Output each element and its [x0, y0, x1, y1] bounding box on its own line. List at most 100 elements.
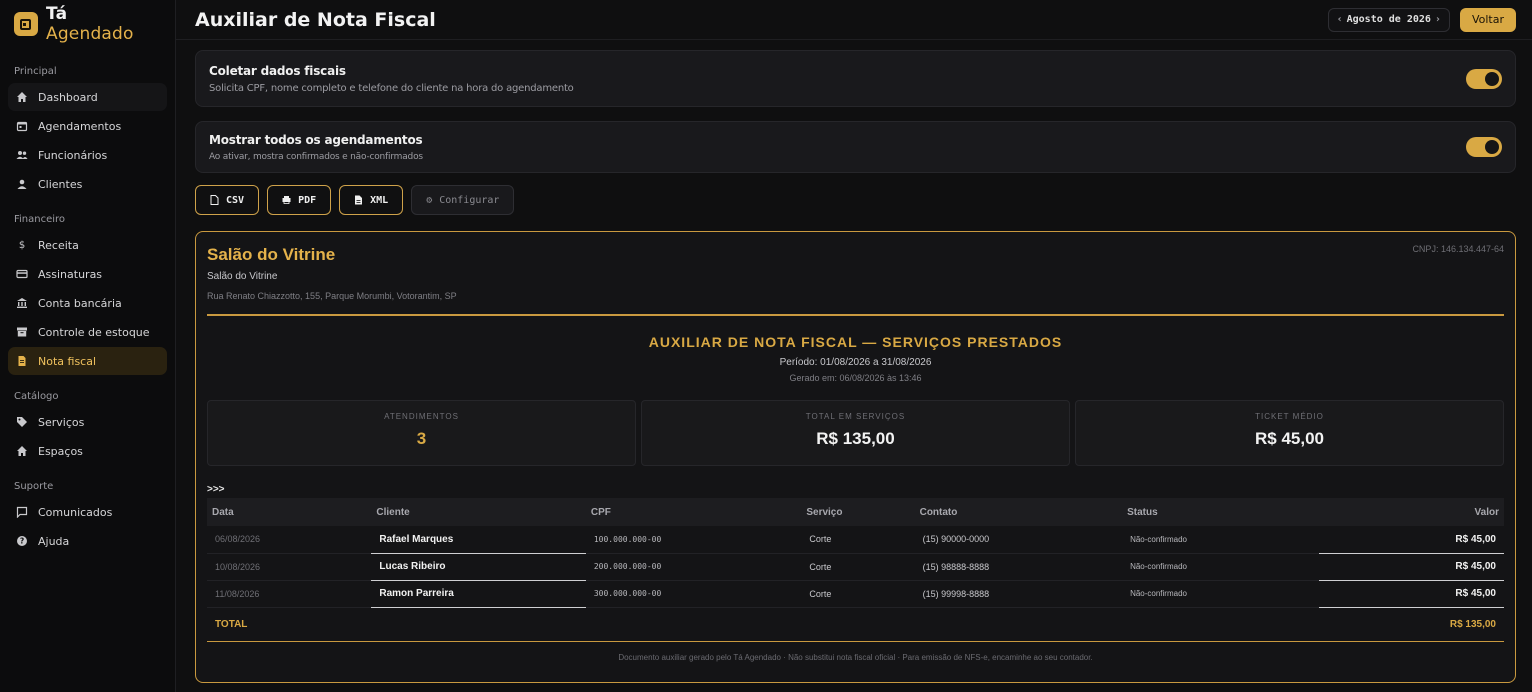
column-header: Data: [212, 506, 234, 518]
stat-ticket-medio: TICKET MÉDIO R$ 45,00: [1075, 400, 1504, 466]
nav-section-principal: Principal: [14, 66, 57, 77]
nav-section-financeiro: Financeiro: [14, 214, 66, 225]
cell-client: Ramon Parreira: [371, 580, 586, 608]
column-header: Status: [1127, 506, 1158, 518]
sidebar-item-label: Agendamentos: [38, 119, 122, 133]
brand-name: Tá Agendado: [45, 4, 134, 44]
sidebar-item-clientes[interactable]: Clientes: [8, 170, 167, 198]
report-footer-note: Documento auxiliar gerado pelo Tá Agenda…: [618, 652, 1093, 662]
sidebar-item-conta-bancaria[interactable]: Conta bancária: [8, 289, 167, 317]
brand[interactable]: Tá Agendado: [8, 4, 167, 44]
sidebar: Tá Agendado Principal Dashboard Agendame…: [0, 0, 176, 692]
nav-section-suporte: Suporte: [14, 481, 54, 492]
export-csv-button[interactable]: CSV: [195, 185, 260, 215]
cell-client: Rafael Marques: [371, 526, 586, 554]
table-header: Data Cliente CPF Serviço Contato Status …: [207, 498, 1504, 526]
main-content: Auxiliar de Nota Fiscal ‹ Agosto de 2026…: [176, 0, 1532, 692]
cell-contact: (15) 98888-8888: [922, 561, 990, 572]
sidebar-item-label: Serviços: [38, 415, 85, 429]
calendar-logo-icon: [14, 12, 38, 36]
configure-label: Configurar: [439, 194, 500, 206]
column-header: Contato: [919, 506, 958, 518]
column-header: Valor: [1474, 506, 1499, 518]
column-header: CPF: [590, 506, 611, 518]
cell-status: Não-confirmado: [1130, 534, 1187, 544]
sidebar-item-receita[interactable]: $ Receita: [8, 231, 167, 259]
business-cnpj: CNPJ: 146.134.447-64: [1412, 244, 1504, 254]
help-icon: ?: [16, 535, 28, 547]
sidebar-item-comunicados[interactable]: Comunicados: [8, 498, 167, 526]
show-all-desc: Ao ativar, mostra confirmados e não-conf…: [209, 151, 423, 162]
calendar-icon: [16, 120, 28, 132]
sidebar-item-servicos[interactable]: Serviços: [8, 408, 167, 436]
home-icon: [16, 91, 28, 103]
sidebar-item-label: Conta bancária: [38, 296, 122, 310]
topbar: Auxiliar de Nota Fiscal ‹ Agosto de 2026…: [176, 0, 1532, 40]
app-root: Tá Agendado Principal Dashboard Agendame…: [0, 0, 1532, 692]
cell-status: Não-confirmado: [1130, 589, 1187, 598]
file-icon: [210, 195, 219, 205]
month-picker[interactable]: ‹ Agosto de 2026 ›: [1327, 7, 1450, 32]
message-icon: [16, 506, 28, 518]
sidebar-item-agendamentos[interactable]: Agendamentos: [8, 112, 167, 140]
collect-fiscal-toggle[interactable]: [1466, 68, 1502, 89]
sidebar-item-label: Funcionários: [38, 148, 108, 162]
back-button[interactable]: Voltar: [1459, 7, 1516, 32]
fiscal-report: Salão do Vitrine Salão do Vitrine Rua Re…: [195, 231, 1516, 683]
show-all-toggle[interactable]: [1466, 137, 1502, 157]
stat-label: TOTAL EM SERVIÇOS: [805, 412, 906, 421]
topbar-actions: ‹ Agosto de 2026 › Voltar: [1327, 7, 1516, 32]
stat-value: R$ 135,00: [816, 429, 895, 448]
sidebar-item-dashboard[interactable]: Dashboard: [8, 83, 167, 111]
cell-client: Lucas Ribeiro: [371, 553, 586, 581]
sidebar-item-espacos[interactable]: Espaços: [8, 437, 167, 465]
stat-label: ATENDIMENTOS: [384, 412, 459, 421]
cell-cpf: 300.000.000-00: [593, 589, 662, 598]
cell-cpf: 100.000.000-00: [593, 534, 662, 544]
export-xml-button[interactable]: XML: [339, 185, 404, 215]
sidebar-item-ajuda[interactable]: ? Ajuda: [8, 527, 167, 555]
table-row: 10/08/2026 Lucas Ribeiro 200.000.000-00 …: [207, 553, 1504, 581]
column-header: Serviço: [806, 506, 843, 518]
page-title: Auxiliar de Nota Fiscal: [195, 8, 436, 31]
stats-row: ATENDIMENTOS 3 TOTAL EM SERVIÇOS R$ 135,…: [207, 400, 1504, 466]
sidebar-item-funcionarios[interactable]: Funcionários: [8, 141, 167, 169]
table-row: 11/08/2026 Ramon Parreira 300.000.000-00…: [207, 580, 1504, 608]
cell-service: Corte: [809, 561, 832, 572]
cell-value: R$ 45,00: [1318, 553, 1504, 581]
user-icon: [16, 178, 28, 190]
chevron-left-icon[interactable]: ‹: [1337, 14, 1343, 25]
total-label: TOTAL: [215, 618, 248, 630]
report-generated: Gerado em: 06/08/2026 às 13:46: [789, 373, 922, 383]
sidebar-item-label: Receita: [38, 238, 79, 252]
dollar-icon: $: [18, 239, 26, 251]
credit-card-icon: [16, 268, 28, 280]
chevron-right-icon[interactable]: ›: [1435, 14, 1441, 25]
export-pdf-button[interactable]: PDF: [267, 185, 332, 215]
collect-fiscal-desc: Solicita CPF, nome completo e telefone d…: [209, 82, 574, 94]
collect-fiscal-card: Coletar dados fiscais Solicita CPF, nome…: [195, 50, 1516, 107]
document-icon: [16, 355, 28, 367]
cell-contact: (15) 90000-0000: [922, 534, 990, 545]
tag-icon: [16, 416, 28, 428]
column-header: Cliente: [376, 506, 410, 518]
table-marker: >>>: [207, 484, 225, 495]
gear-icon: ⚙: [426, 194, 433, 206]
sidebar-item-label: Ajuda: [38, 534, 70, 548]
business-subtitle: Salão do Vitrine: [207, 271, 278, 282]
cell-value: R$ 45,00: [1318, 526, 1504, 554]
month-label: Agosto de 2026: [1346, 14, 1431, 25]
sidebar-item-controle-estoque[interactable]: Controle de estoque: [8, 318, 167, 346]
sidebar-item-label: Assinaturas: [38, 267, 103, 281]
show-all-card: Mostrar todos os agendamentos Ao ativar,…: [195, 121, 1516, 173]
sidebar-item-nota-fiscal[interactable]: Nota fiscal: [8, 347, 167, 375]
sidebar-item-label: Clientes: [38, 177, 83, 191]
show-all-title: Mostrar todos os agendamentos: [209, 132, 423, 147]
sidebar-item-assinaturas[interactable]: Assinaturas: [8, 260, 167, 288]
cell-value: R$ 45,00: [1318, 580, 1504, 608]
nav-section-catalogo: Catálogo: [14, 391, 59, 402]
svg-text:?: ?: [20, 537, 24, 546]
configure-button[interactable]: ⚙ Configurar: [411, 185, 515, 215]
sidebar-item-label: Comunicados: [38, 505, 113, 519]
export-xml-label: XML: [370, 194, 389, 206]
